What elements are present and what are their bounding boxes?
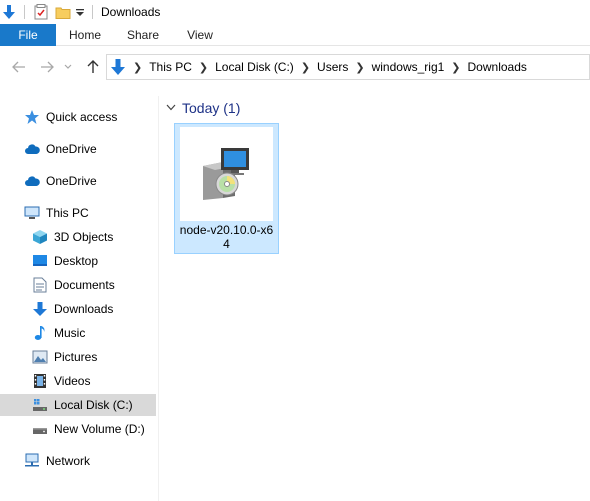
network-icon: [24, 453, 40, 469]
breadcrumb-this-pc[interactable]: This PC: [149, 60, 192, 74]
sidebar-item-videos[interactable]: Videos: [0, 370, 156, 392]
sidebar-item-downloads[interactable]: Downloads: [0, 298, 156, 320]
sidebar-item-label: Network: [46, 454, 91, 468]
sidebar-item-local-disk-c[interactable]: Local Disk (C:): [0, 394, 156, 416]
tab-home[interactable]: Home: [60, 24, 110, 46]
desktop-icon: [32, 253, 48, 269]
group-header-today[interactable]: Today (1): [166, 98, 240, 118]
film-icon: [32, 373, 48, 389]
sidebar-item-documents[interactable]: Documents: [0, 274, 156, 296]
sidebar-item-label: Quick access: [46, 110, 118, 124]
sidebar-item-3d-objects[interactable]: 3D Objects: [0, 226, 156, 248]
breadcrumb-user-folder[interactable]: windows_rig1: [372, 60, 445, 74]
file-item-node-installer[interactable]: node-v20.10.0-x64: [174, 123, 279, 254]
chevron-down-icon[interactable]: [166, 102, 176, 114]
sidebar-item-label: Downloads: [54, 302, 114, 316]
download-arrow-icon: [110, 58, 126, 76]
breadcrumb: ❯ This PC ❯ Local Disk (C:) ❯ Users ❯ wi…: [107, 55, 527, 79]
properties-icon[interactable]: [32, 3, 50, 21]
breadcrumb-users[interactable]: Users: [317, 60, 348, 74]
sidebar-item-label: 3D Objects: [54, 230, 114, 244]
cloud-icon: [24, 173, 40, 189]
pane-divider[interactable]: [158, 96, 159, 501]
sidebar-item-desktop[interactable]: Desktop: [0, 250, 156, 272]
file-name: node-v20.10.0-x64: [179, 223, 274, 251]
sidebar-item-onedrive-2[interactable]: OneDrive: [0, 170, 156, 192]
drive-icon: [32, 397, 48, 413]
breadcrumb-local-disk[interactable]: Local Disk (C:): [215, 60, 294, 74]
group-label: Today (1): [182, 100, 241, 116]
sidebar-item-onedrive[interactable]: OneDrive: [0, 138, 156, 160]
navigation-pane: Quick access OneDrive OneDrive This PC 3…: [0, 96, 158, 501]
installer-package-icon: [180, 127, 273, 221]
breadcrumb-downloads[interactable]: Downloads: [468, 60, 527, 74]
sidebar-item-label: Desktop: [54, 254, 99, 268]
sidebar-item-label: OneDrive: [46, 142, 97, 156]
drive-icon: [32, 421, 48, 437]
music-note-icon: [32, 325, 48, 341]
navigation-row: ❯ This PC ❯ Local Disk (C:) ❯ Users ❯ wi…: [0, 46, 590, 88]
chevron-right-icon[interactable]: ❯: [133, 61, 142, 74]
sidebar-item-label: Documents: [54, 278, 115, 292]
up-arrow-icon[interactable]: [84, 58, 102, 76]
cloud-icon: [24, 141, 40, 157]
back-arrow-icon[interactable]: [10, 58, 28, 76]
sidebar-item-label: Music: [54, 326, 86, 340]
ribbon-tabs: File Home Share View: [0, 24, 590, 46]
sidebar-item-music[interactable]: Music: [0, 322, 156, 344]
sidebar-item-label: OneDrive: [46, 174, 97, 188]
address-bar[interactable]: ❯ This PC ❯ Local Disk (C:) ❯ Users ❯ wi…: [106, 54, 590, 80]
separator: [92, 5, 93, 19]
download-arrow-icon[interactable]: [0, 3, 18, 21]
chevron-right-icon[interactable]: ❯: [301, 61, 310, 74]
computer-icon: [24, 205, 40, 221]
sidebar-item-this-pc[interactable]: This PC: [0, 202, 156, 224]
recent-locations-chevron-icon[interactable]: [62, 58, 74, 76]
title-bar: Downloads: [0, 0, 590, 24]
sidebar-item-quick-access[interactable]: Quick access: [0, 106, 156, 128]
cube-icon: [32, 229, 48, 245]
sidebar-item-new-volume-d[interactable]: New Volume (D:): [0, 418, 156, 440]
sidebar-item-pictures[interactable]: Pictures: [0, 346, 156, 368]
download-arrow-icon: [32, 301, 48, 317]
chevron-right-icon[interactable]: ❯: [355, 61, 364, 74]
sidebar-item-label: Videos: [54, 374, 91, 388]
forward-arrow-icon[interactable]: [38, 58, 56, 76]
tab-view[interactable]: View: [175, 24, 225, 46]
separator: [24, 5, 25, 19]
new-folder-icon[interactable]: [54, 3, 72, 21]
sidebar-item-network[interactable]: Network: [0, 450, 156, 472]
sidebar-item-label: This PC: [46, 206, 89, 220]
document-icon: [32, 277, 48, 293]
sidebar-item-label: Local Disk (C:): [54, 398, 133, 412]
customize-toolbar-icon[interactable]: [73, 3, 87, 21]
tab-file[interactable]: File: [0, 24, 56, 46]
picture-icon: [32, 349, 48, 365]
star-icon: [24, 109, 40, 125]
sidebar-item-label: New Volume (D:): [54, 422, 145, 436]
chevron-right-icon[interactable]: ❯: [199, 61, 208, 74]
window-title: Downloads: [101, 5, 161, 19]
sidebar-item-label: Pictures: [54, 350, 98, 364]
tab-share[interactable]: Share: [118, 24, 168, 46]
chevron-right-icon[interactable]: ❯: [451, 61, 460, 74]
